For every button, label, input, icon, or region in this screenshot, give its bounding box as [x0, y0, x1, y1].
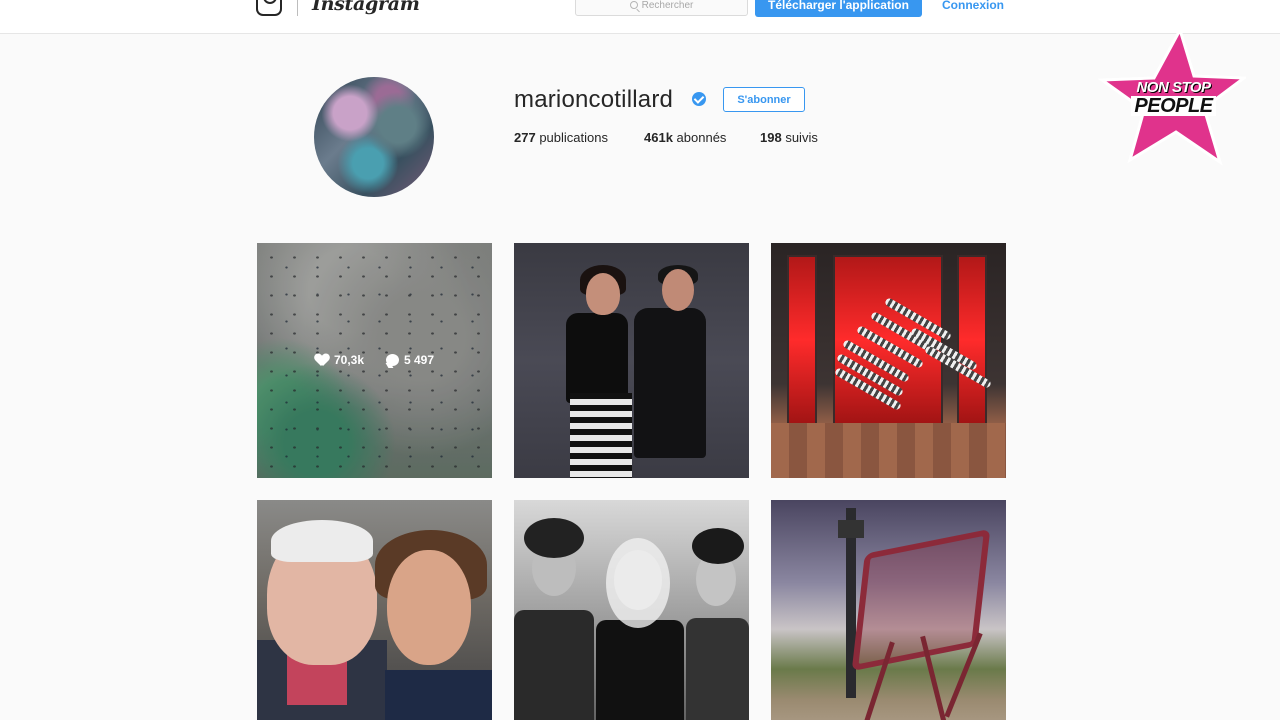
likes-count: 70,3k: [315, 353, 364, 367]
logo-line-1: NON STOP: [1136, 79, 1211, 96]
stat-following[interactable]: 198 suivis: [760, 130, 818, 145]
photo-figure: [271, 520, 373, 562]
follow-button[interactable]: S'abonner: [723, 87, 805, 112]
post-thumbnail[interactable]: [771, 243, 1006, 478]
search-placeholder: Rechercher: [641, 0, 694, 11]
logo-divider: [297, 0, 298, 16]
photo-figure: [387, 550, 471, 665]
post-thumbnail[interactable]: [771, 500, 1006, 720]
photo-figure: [686, 618, 749, 720]
camera-icon[interactable]: [256, 0, 282, 16]
photo-figure: [662, 269, 694, 311]
download-app-button[interactable]: Télécharger l'application: [755, 0, 922, 17]
photo-figure: [634, 308, 706, 458]
stat-count: 461k: [644, 130, 673, 145]
stat-label: suivis: [785, 130, 818, 145]
logo-line-2: PEOPLE: [1131, 96, 1216, 116]
comments-count: 5 497: [386, 353, 434, 367]
comments-value: 5 497: [404, 353, 435, 367]
profile-avatar[interactable]: [314, 77, 434, 197]
stat-publications: 277 publications: [514, 130, 608, 145]
post-thumbnail[interactable]: [514, 500, 749, 720]
top-nav-bar: Instagram Rechercher Télécharger l'appli…: [0, 0, 1280, 34]
likes-value: 70,3k: [333, 353, 364, 367]
stat-count: 198: [760, 130, 782, 145]
photo-figure: [606, 538, 670, 628]
post-thumbnail[interactable]: [514, 243, 749, 478]
heart-icon: [315, 354, 329, 366]
photo-figure: [385, 670, 492, 720]
comment-icon: [386, 354, 399, 366]
photo-figure: [524, 518, 584, 558]
search-icon: [629, 1, 638, 9]
photo-figure: [692, 528, 744, 564]
nonstop-people-logo-text: NON STOP PEOPLE: [1126, 80, 1221, 116]
photo-figure: [566, 313, 628, 403]
photo-figure: [570, 393, 632, 478]
instagram-wordmark[interactable]: Instagram: [312, 0, 420, 15]
stat-label: publications: [539, 130, 608, 145]
stat-label: abonnés: [676, 130, 727, 145]
verified-badge-icon: [692, 92, 706, 106]
profile-username: marioncotillard: [514, 86, 674, 113]
stat-followers[interactable]: 461k abonnés: [644, 130, 726, 145]
post-thumbnail[interactable]: 70,3k 5 497: [257, 243, 492, 478]
login-link[interactable]: Connexion: [942, 0, 1004, 12]
photo-figure: [596, 620, 684, 720]
photo-detail: [851, 528, 991, 672]
photo-figure: [514, 610, 594, 720]
photo-detail: [838, 508, 864, 698]
photo-detail: [787, 255, 817, 425]
post-thumbnail[interactable]: [257, 500, 492, 720]
stat-count: 277: [514, 130, 536, 145]
photo-figure: [586, 273, 620, 315]
post-engagement-counts: 70,3k 5 497: [257, 353, 492, 367]
search-input[interactable]: Rechercher: [575, 0, 748, 16]
photo-detail: [957, 255, 987, 425]
photo-detail: [771, 423, 1006, 478]
